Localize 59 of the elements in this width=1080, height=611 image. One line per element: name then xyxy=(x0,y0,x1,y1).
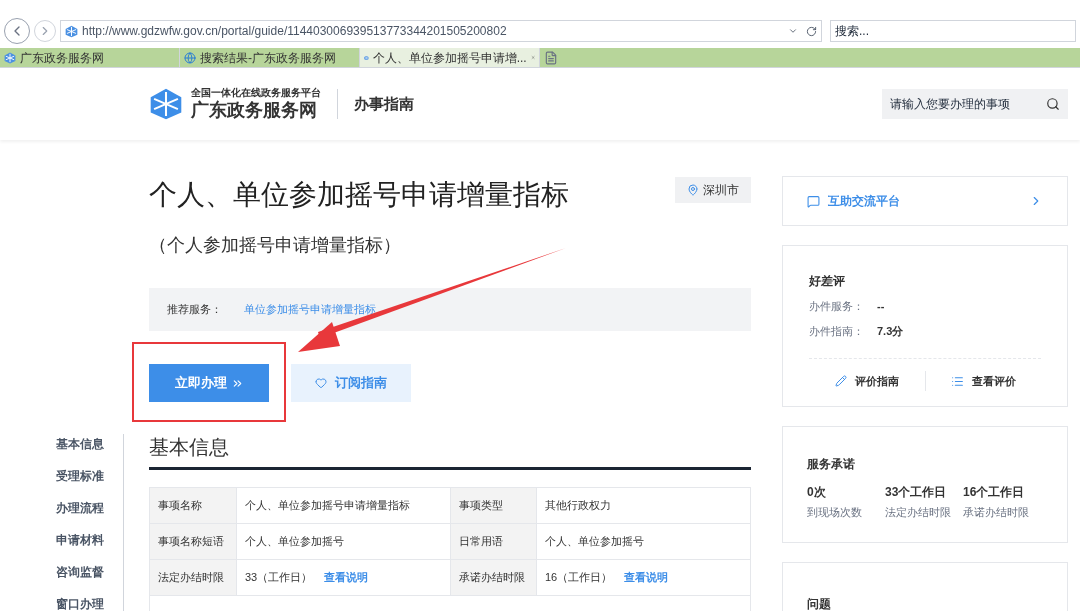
rating-action-button[interactable]: 查看评价 xyxy=(925,372,1041,390)
location-badge[interactable]: 深圳市 xyxy=(675,177,751,203)
table-value-cell-text: 个人、单位参加摇号申请增量指标 xyxy=(245,498,410,514)
stat-label: 承诺办结时限 xyxy=(963,505,1030,520)
map-pin-icon xyxy=(687,184,699,196)
table-value-cell-text: 个人、单位参加摇号 xyxy=(245,534,344,550)
rating-label: 办件服务： xyxy=(809,299,865,314)
logo-subtitle: 全国一体化在线政务服务平台 xyxy=(191,86,321,99)
search-icon[interactable] xyxy=(1046,97,1060,111)
view-explanation-link[interactable]: 查看说明 xyxy=(324,569,369,586)
stat-label: 法定办结时限 xyxy=(885,505,952,520)
platform-link: 互助交流平台 xyxy=(828,193,900,210)
recommend-label: 推荐服务： xyxy=(167,302,222,318)
section-title: 办事指南 xyxy=(354,93,414,114)
stat-value: 0次 xyxy=(807,484,827,501)
side-nav-link[interactable]: 基本信息 xyxy=(56,435,104,453)
side-nav-link[interactable]: 办理流程 xyxy=(56,499,104,517)
new-tab-icon[interactable] xyxy=(544,50,558,65)
side-nav-link[interactable]: 窗口办理 xyxy=(56,595,104,611)
rating-value: 7.3分 xyxy=(877,323,904,339)
table-label-cell: 日常用语 xyxy=(450,524,536,559)
logo-title: 广东政务服务网 xyxy=(191,99,318,122)
rating-label: 办件指南： xyxy=(809,323,865,339)
site-search-field[interactable]: 请输入您要办理的事项 xyxy=(882,89,1068,119)
table-label-cell: 事项类型 xyxy=(450,488,536,523)
table-label-cell: 事项名称 xyxy=(150,488,236,523)
refresh-icon[interactable] xyxy=(806,25,817,37)
guide-title: 个人、单位参加摇号申请增量指标 xyxy=(149,178,569,212)
table-label-cell: 承诺办结时限 xyxy=(450,560,536,595)
globe-icon xyxy=(184,51,196,64)
card-title: 好差评 xyxy=(809,273,846,290)
table-value-cell-text: 其他行政权力 xyxy=(545,498,611,514)
section-heading: 基本信息 xyxy=(149,435,230,460)
side-nav-link[interactable]: 申请材料 xyxy=(56,531,104,549)
side-nav-link[interactable]: 咨询监督 xyxy=(56,563,104,581)
stat-value: 33个工作日 xyxy=(885,484,948,501)
card-title: 服务承诺 xyxy=(807,456,856,473)
table-label-cell: 事项名称短语 xyxy=(150,524,236,559)
guide-subtitle: （个人参加摇号申请增量指标） xyxy=(149,234,402,257)
card-title: 问题 xyxy=(807,597,831,611)
view-explanation-link[interactable]: 查看说明 xyxy=(624,569,669,586)
browser-tab[interactable]: 个人、单位参加摇号申请增... xyxy=(360,48,540,67)
rating-value: -- xyxy=(877,299,885,314)
pencil-icon xyxy=(834,375,847,387)
list-icon xyxy=(950,374,964,388)
browser-search-field[interactable]: 搜索... xyxy=(830,20,1076,42)
side-nav-link[interactable]: 受理标准 xyxy=(56,467,104,485)
rating-action-button[interactable]: 评价指南 xyxy=(809,372,925,390)
table-value-cell-text: 个人、单位参加摇号 xyxy=(545,534,644,550)
table-value-cell-text: 33（工作日） xyxy=(245,570,313,586)
chat-icon xyxy=(807,194,820,208)
heart-icon xyxy=(315,377,327,389)
stat-value: 16个工作日 xyxy=(963,484,1026,501)
dropdown-caret-icon[interactable] xyxy=(788,26,798,36)
table-label-cell: 法定办结时限 xyxy=(150,560,236,595)
address-bar[interactable]: http://www.gdzwfw.gov.cn/portal/guide/114403006939513773344201505200802 xyxy=(60,20,822,42)
stat-label: 到现场次数 xyxy=(807,505,863,520)
table-value-cell-text: 16（工作日） xyxy=(545,570,613,586)
url-text: http://www.gdzwfw.gov.cn/portal/guide/114403006939513773344201505200802 xyxy=(82,23,508,40)
